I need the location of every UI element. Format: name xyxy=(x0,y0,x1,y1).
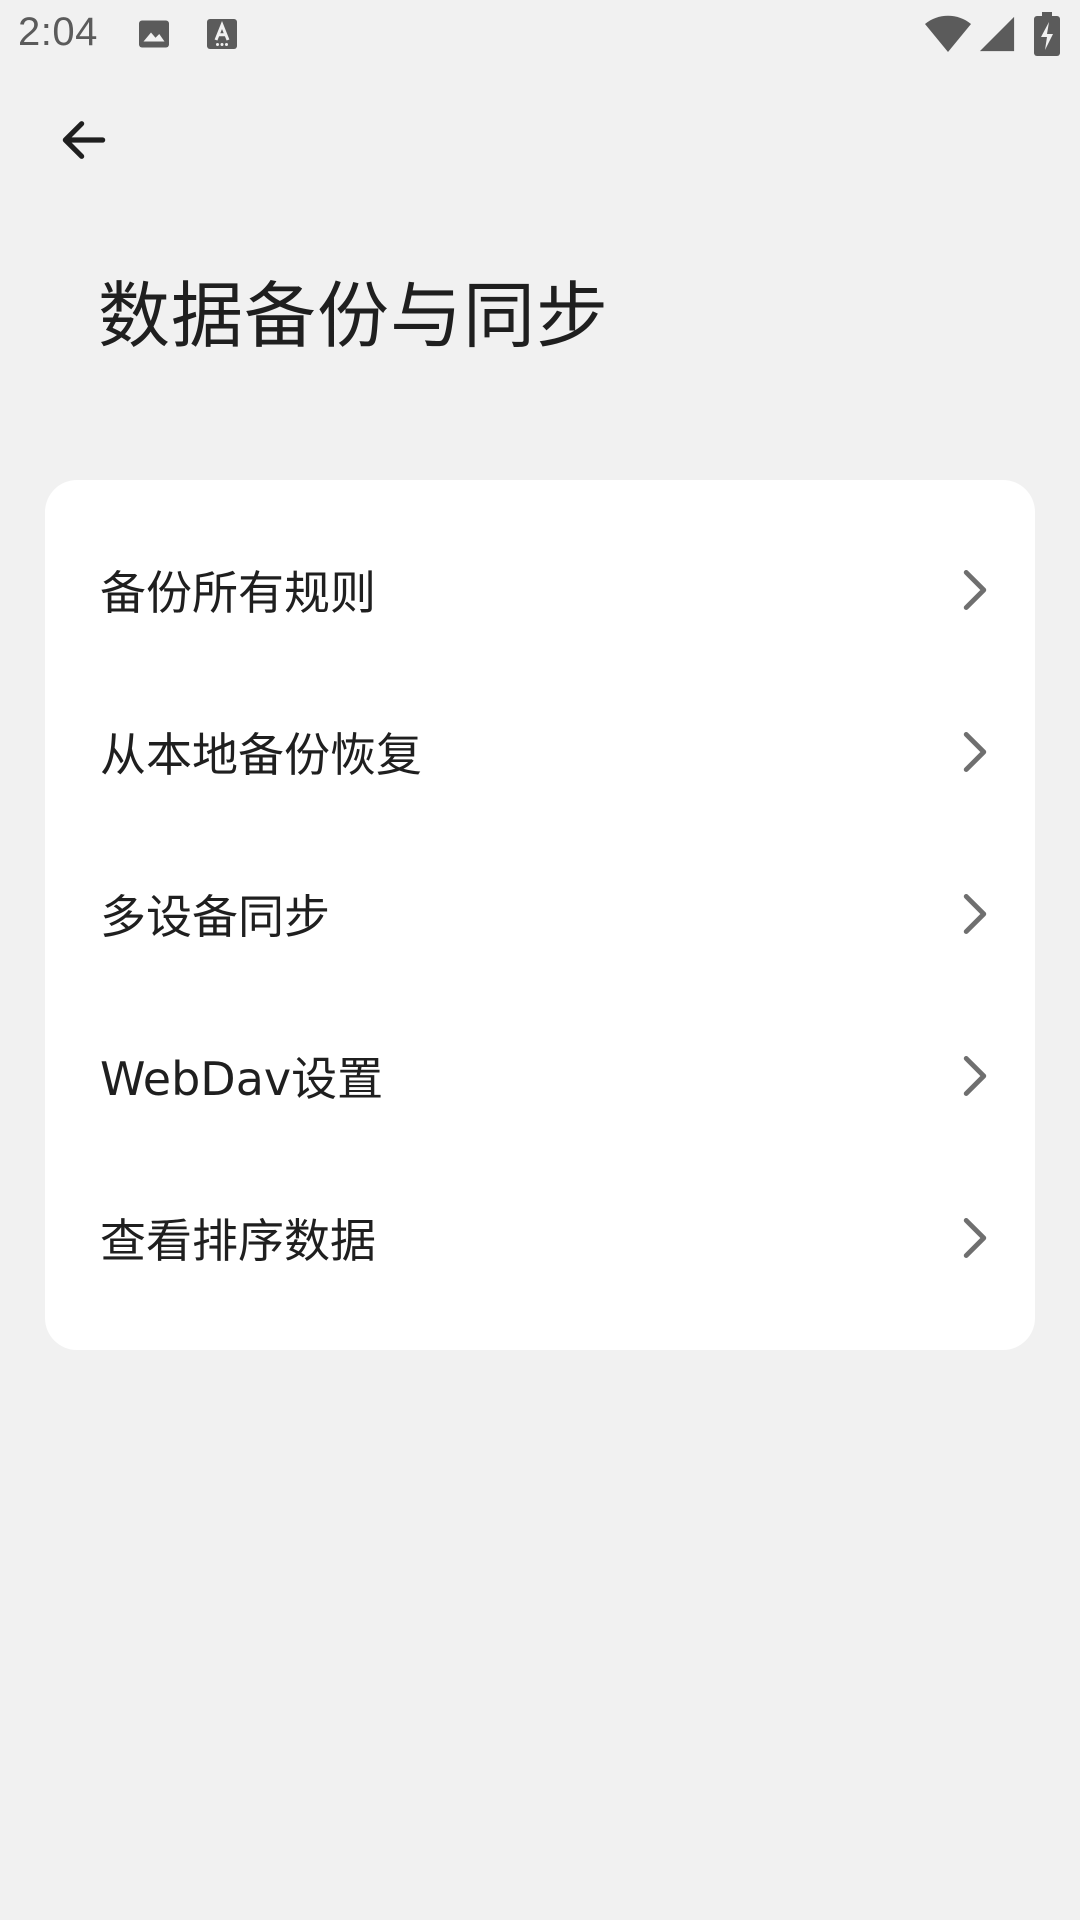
menu-item-label: 查看排序数据 xyxy=(100,1214,376,1268)
image-icon xyxy=(136,16,172,52)
status-time: 2:04 xyxy=(18,10,98,54)
menu-item-label: 备份所有规则 xyxy=(100,566,376,620)
menu-item-label: WebDav设置 xyxy=(100,1052,384,1106)
page-title: 数据备份与同步 xyxy=(98,274,610,358)
status-bar: 2:04 xyxy=(0,0,1080,72)
back-button[interactable] xyxy=(40,96,128,184)
chevron-right-icon xyxy=(957,892,993,936)
menu-item-backup-all-rules[interactable]: 备份所有规则 xyxy=(45,509,1035,671)
chevron-right-icon xyxy=(957,1054,993,1098)
signal-icon xyxy=(978,14,1016,54)
settings-card: 备份所有规则 从本地备份恢复 多设备同步 WebDav设置 查看排序数据 xyxy=(45,480,1035,1350)
chevron-right-icon xyxy=(957,730,993,774)
menu-item-webdav-settings[interactable]: WebDav设置 xyxy=(45,995,1035,1157)
menu-item-view-sort-data[interactable]: 查看排序数据 xyxy=(45,1157,1035,1319)
menu-item-restore-local-backup[interactable]: 从本地备份恢复 xyxy=(45,671,1035,833)
menu-item-label: 多设备同步 xyxy=(100,890,330,944)
menu-item-multi-device-sync[interactable]: 多设备同步 xyxy=(45,833,1035,995)
menu-item-label: 从本地备份恢复 xyxy=(100,728,422,782)
a-icon xyxy=(204,16,240,52)
chevron-right-icon xyxy=(957,568,993,612)
wifi-icon xyxy=(924,14,972,54)
arrow-left-icon xyxy=(62,121,106,159)
chevron-right-icon xyxy=(957,1216,993,1260)
battery-charging-icon xyxy=(1034,12,1060,56)
